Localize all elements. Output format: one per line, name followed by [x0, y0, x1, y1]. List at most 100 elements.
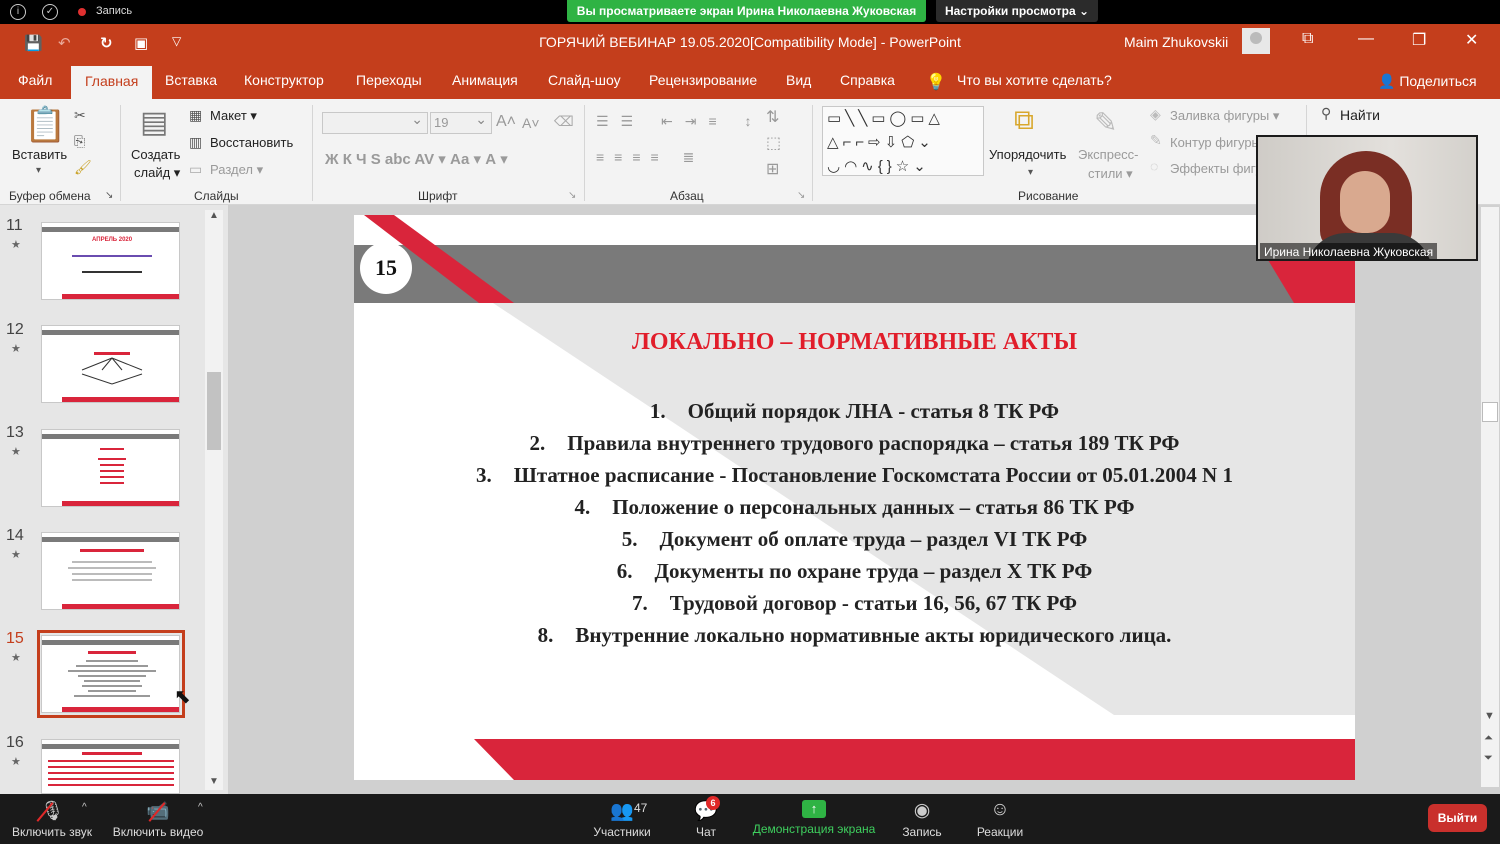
- shape-effects-icon[interactable]: ◌: [1150, 158, 1158, 174]
- text-direction-icon[interactable]: ⇅: [766, 107, 779, 127]
- arrange-button[interactable]: Упорядочить: [989, 147, 1066, 162]
- tab-slideshow[interactable]: Слайд-шоу: [548, 72, 621, 88]
- video-options-icon[interactable]: ^: [198, 802, 203, 813]
- decrease-font-icon[interactable]: A˅: [522, 115, 540, 131]
- leave-button[interactable]: Выйти: [1428, 804, 1487, 832]
- slide-thumbnail[interactable]: [41, 325, 180, 403]
- start-video-button[interactable]: 📹 Включить видео: [110, 794, 206, 844]
- chat-button[interactable]: 💬 6 Чат: [690, 794, 722, 844]
- find-button[interactable]: Найти: [1340, 107, 1380, 123]
- dialog-launcher-icon[interactable]: ↘: [568, 190, 576, 201]
- font-size-select[interactable]: 19: [430, 111, 492, 134]
- smartart-icon[interactable]: ⊞: [766, 159, 779, 179]
- participants-label: Участники: [593, 825, 651, 839]
- arrange-icon[interactable]: ⧉: [1014, 104, 1034, 137]
- section-button[interactable]: Раздел ▾: [210, 162, 263, 178]
- section-icon[interactable]: ▭: [189, 161, 202, 178]
- shape-fill-icon[interactable]: ◈: [1150, 106, 1161, 123]
- font-buttons[interactable]: Ж К Ч S abc AV ▾ Аа ▾ А ▾: [325, 150, 508, 168]
- participant-video[interactable]: Ирина Николаевна Жуковская: [1256, 135, 1478, 261]
- slide-thumbnail[interactable]: [41, 429, 180, 507]
- layout-icon[interactable]: ▦: [189, 107, 202, 124]
- paste-button[interactable]: Вставить: [12, 147, 67, 162]
- audio-options-icon[interactable]: ^: [82, 802, 87, 813]
- reactions-button[interactable]: ☺ Реакции: [974, 794, 1026, 844]
- share-screen-button[interactable]: ↑ Демонстрация экрана: [750, 794, 878, 844]
- thumb-red-bar: [62, 397, 179, 402]
- thumb-caption: АПРЕЛЬ 2020: [92, 237, 133, 243]
- shape-fill-button[interactable]: Заливка фигуры ▾: [1170, 108, 1279, 124]
- thumb-line: [68, 567, 156, 569]
- list-item: 7. Трудовой договор - статьи 16, 56, 67 Т…: [354, 591, 1355, 623]
- arrange-dropdown-icon[interactable]: ▾: [1028, 167, 1033, 178]
- tab-file[interactable]: Файл: [18, 72, 52, 88]
- share-button[interactable]: 👤 Поделиться: [1378, 73, 1477, 90]
- shape-outline-button[interactable]: Контур фигуры: [1170, 135, 1261, 150]
- tab-design[interactable]: Конструктор: [244, 72, 324, 88]
- tab-view[interactable]: Вид: [786, 72, 811, 88]
- paste-dropdown-icon[interactable]: ▾: [36, 165, 41, 176]
- list-item: 8. Внутренние локально нормативные акты ю…: [354, 623, 1355, 655]
- new-slide-icon[interactable]: ▤: [140, 105, 168, 140]
- dialog-launcher-icon[interactable]: ↘: [105, 190, 113, 201]
- info-icon[interactable]: i: [10, 4, 26, 20]
- ribbon-display-icon[interactable]: ⧉: [1302, 30, 1313, 48]
- slide-thumbnail[interactable]: [41, 532, 180, 610]
- new-slide-dropdown[interactable]: слайд ▾: [134, 165, 180, 181]
- scroll-thumb[interactable]: [207, 372, 221, 450]
- next-slide-icon[interactable]: ⏷: [1484, 752, 1493, 765]
- copy-icon[interactable]: ⎘: [74, 133, 85, 150]
- layout-button[interactable]: Макет ▾: [210, 108, 257, 124]
- tab-animation[interactable]: Анимация: [452, 72, 518, 88]
- shapes-gallery[interactable]: ▭╲╲▭◯▭△ △⌐⌐⇨⇩⬠⌄ ◡◠∿{}☆⌄: [822, 106, 984, 176]
- format-painter-icon[interactable]: 🖌: [74, 159, 92, 176]
- close-icon[interactable]: ✕: [1465, 30, 1478, 50]
- align-text-icon[interactable]: ⬚: [766, 133, 781, 153]
- tab-transitions[interactable]: Переходы: [356, 72, 422, 88]
- reset-button[interactable]: Восстановить: [210, 135, 293, 150]
- quick-styles-dropdown[interactable]: стили ▾: [1088, 166, 1133, 182]
- slide-title[interactable]: ЛОКАЛЬНО – НОРМАТИВНЫЕ АКТЫ: [354, 329, 1355, 356]
- restore-icon[interactable]: ❐: [1412, 30, 1426, 50]
- font-family-select[interactable]: [322, 111, 428, 134]
- user-name[interactable]: Maim Zhukovskii: [1124, 34, 1228, 50]
- minimize-icon[interactable]: —: [1358, 30, 1374, 48]
- paste-icon[interactable]: 📋: [24, 105, 66, 145]
- tell-me-input[interactable]: Что вы хотите сделать?: [957, 72, 1112, 88]
- new-slide-button[interactable]: Создать: [131, 147, 180, 162]
- tab-insert[interactable]: Вставка: [165, 72, 217, 88]
- clear-format-icon[interactable]: ⌫: [554, 113, 574, 130]
- record-button[interactable]: ◉ Запись: [898, 794, 946, 844]
- find-icon[interactable]: ⚲: [1321, 105, 1331, 122]
- tab-review[interactable]: Рецензирование: [649, 72, 757, 88]
- slide-content-list[interactable]: 1. Общий порядок ЛНА - статья 8 ТК РФ 2. П…: [354, 399, 1355, 655]
- slide-thumbnail[interactable]: [41, 739, 180, 794]
- view-settings-button[interactable]: Настройки просмотра ⌄: [936, 0, 1098, 22]
- slide-canvas[interactable]: 15 ЛОКАЛЬНО – НОРМАТИВНЫЕ АКТЫ 1. Общий п…: [354, 215, 1355, 780]
- scroll-down-icon[interactable]: ▼: [1484, 710, 1495, 722]
- list-buttons-icon[interactable]: ☰☰ ⇤⇥≡ ↕: [596, 113, 764, 130]
- scroll-thumb[interactable]: [1482, 402, 1498, 422]
- previous-slide-icon[interactable]: ⏶: [1484, 732, 1493, 745]
- increase-font-icon[interactable]: A˄: [496, 113, 516, 131]
- quick-styles-icon[interactable]: ✎: [1094, 106, 1117, 139]
- cut-icon[interactable]: ✂: [74, 107, 86, 124]
- scroll-down-icon[interactable]: ▼: [209, 776, 219, 787]
- slide-red-bar-bottom: [474, 739, 1355, 780]
- reset-icon[interactable]: ▥: [189, 134, 202, 151]
- shape-outline-icon[interactable]: ✎: [1150, 132, 1162, 149]
- slide-thumbnail[interactable]: АПРЕЛЬ 2020: [41, 222, 180, 300]
- dialog-launcher-icon[interactable]: ↘: [797, 190, 805, 201]
- thumb-line: [100, 476, 124, 478]
- avatar[interactable]: [1242, 28, 1270, 54]
- quick-styles-button[interactable]: Экспресс-: [1078, 147, 1139, 162]
- scroll-up-icon[interactable]: ▲: [209, 210, 219, 221]
- tab-home[interactable]: Главная: [71, 66, 153, 100]
- thumbnail-scrollbar[interactable]: ▲ ▼: [205, 210, 223, 790]
- shield-icon[interactable]: ✓: [42, 4, 58, 20]
- participants-button[interactable]: 👥 47 Участники: [590, 794, 654, 844]
- thumb-line: [98, 458, 126, 460]
- editor-scrollbar[interactable]: [1481, 207, 1499, 787]
- align-buttons-icon[interactable]: ≡≡≡≡ ≣: [596, 149, 704, 166]
- tab-help[interactable]: Справка: [840, 72, 895, 88]
